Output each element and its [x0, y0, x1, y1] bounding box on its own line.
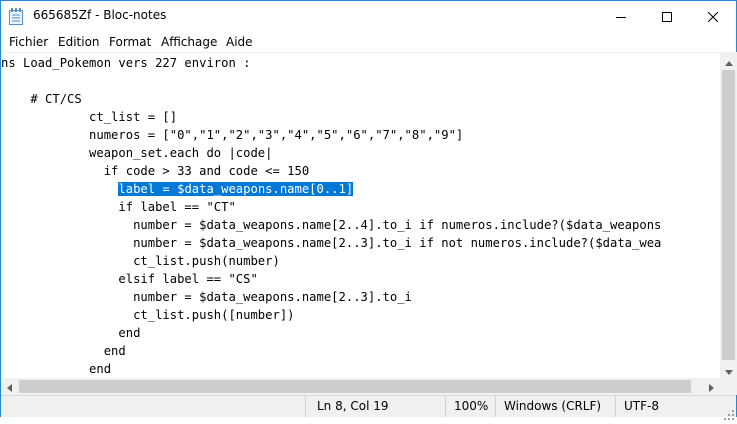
status-divider — [305, 396, 306, 417]
code-line: ct_list.push(number) — [1, 254, 280, 268]
code-line: end — [1, 362, 112, 376]
maximize-button[interactable] — [644, 1, 690, 32]
code-line: if label == "CT" — [1, 200, 236, 214]
code-line: ct_list = [] — [1, 110, 178, 124]
code-line: number = $data_weapons.name[2..3].to_i i… — [1, 236, 662, 250]
code-line: ns Load_Pokemon vers 227 environ : — [1, 56, 251, 70]
code-line: end — [1, 344, 126, 358]
code-line: numeros = ["0","1","2","3","4","5","6","… — [1, 128, 464, 142]
line-ending: Windows (CRLF) — [504, 399, 602, 413]
notepad-icon — [9, 8, 24, 25]
scrollbar-corner — [720, 378, 737, 395]
horizontal-scroll-thumb[interactable] — [19, 380, 691, 393]
title-bar[interactable]: 665685Zf - Bloc-notes — [1, 1, 736, 32]
minimize-button[interactable] — [598, 1, 644, 32]
notepad-window: 665685Zf - Bloc-notes Fichier Edition Fo… — [0, 0, 737, 420]
code-line: # CT/CS — [1, 92, 82, 106]
status-divider — [445, 396, 446, 417]
menu-fichier[interactable]: Fichier — [9, 35, 48, 49]
menu-aide[interactable]: Aide — [226, 35, 253, 49]
vertical-scroll-thumb[interactable] — [722, 70, 735, 360]
code-line: weapon_set.each do |code| — [1, 146, 273, 160]
cursor-position: Ln 8, Col 19 — [317, 399, 389, 413]
code-line-selected: label = $data_weapons.name[0..1] — [1, 180, 354, 198]
scroll-right-button[interactable] — [703, 378, 720, 395]
menu-format[interactable]: Format — [109, 35, 151, 49]
close-button[interactable] — [690, 1, 736, 32]
maximize-icon — [662, 7, 672, 26]
horizontal-scrollbar[interactable] — [1, 378, 720, 395]
status-divider — [495, 396, 496, 417]
status-bar: Ln 8, Col 19 100% Windows (CRLF) UTF-8 — [1, 395, 736, 420]
scroll-down-button[interactable] — [720, 361, 737, 378]
scroll-up-button[interactable] — [720, 52, 737, 69]
encoding: UTF-8 — [624, 399, 659, 413]
chevron-right-icon — [709, 377, 714, 396]
close-icon — [707, 7, 719, 26]
status-divider — [615, 396, 616, 417]
menu-affichage[interactable]: Affichage — [161, 35, 217, 49]
code-line: end — [1, 326, 141, 340]
code-line: if code > 33 and code <= 150 — [1, 164, 310, 178]
zoom-level: 100% — [454, 399, 489, 413]
menu-edition[interactable]: Edition — [58, 35, 100, 49]
text-selection: label = $data_weapons.name[0..1] — [118, 182, 354, 196]
chevron-left-icon — [7, 377, 12, 396]
window-title: 665685Zf - Bloc-notes — [33, 8, 167, 22]
chevron-up-icon — [724, 51, 733, 70]
code-line: elsif label == "CS" — [1, 272, 258, 286]
text-editor[interactable]: ns Load_Pokemon vers 227 environ : # CT/… — [1, 52, 720, 379]
vertical-scrollbar[interactable] — [720, 52, 737, 378]
resize-grip-icon[interactable] — [724, 405, 734, 420]
minimize-icon — [616, 7, 626, 26]
code-line: number = $data_weapons.name[2..4].to_i i… — [1, 218, 662, 232]
chevron-down-icon — [724, 360, 733, 379]
code-line: number = $data_weapons.name[2..3].to_i — [1, 290, 412, 304]
menu-bar: Fichier Edition Format Affichage Aide — [1, 32, 736, 52]
scroll-left-button[interactable] — [1, 378, 18, 395]
code-line: ct_list.push([number]) — [1, 308, 295, 322]
